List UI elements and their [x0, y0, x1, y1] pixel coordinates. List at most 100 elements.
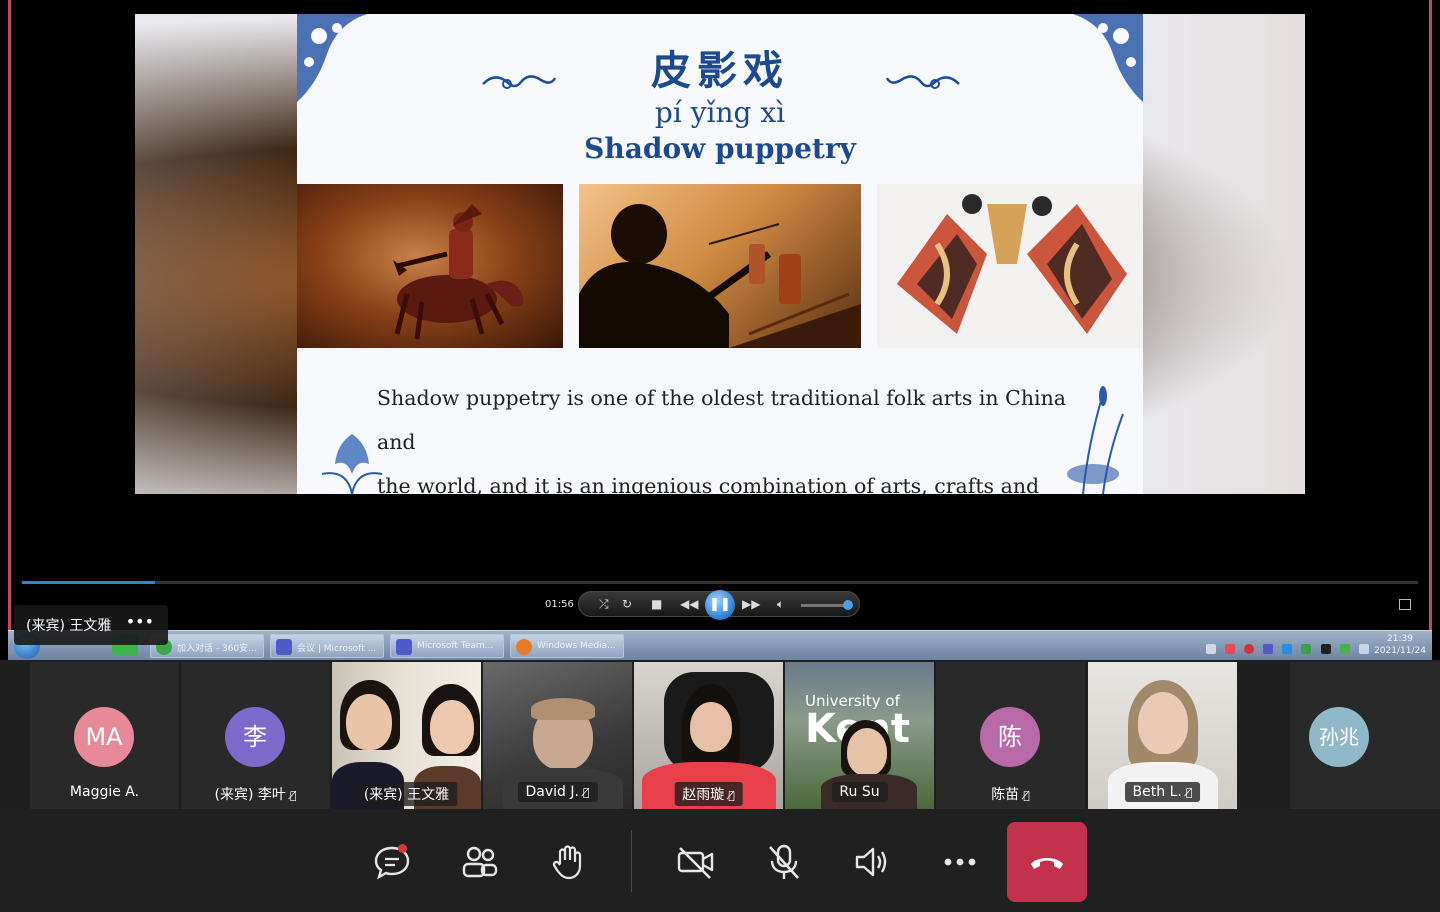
avatar: 李	[225, 707, 285, 767]
volume-icon[interactable]: 🔈︎	[777, 597, 784, 612]
media-player-controls: ⤮ ↻ ■ ◀◀ ❚❚ ▶▶ 🔈︎	[578, 590, 860, 620]
mic-off-icon: 🎙̸	[582, 786, 590, 799]
tray-app-icon[interactable]	[1301, 644, 1312, 654]
tray-app-icon[interactable]	[1320, 644, 1331, 654]
speaker-button[interactable]	[850, 840, 894, 884]
mic-off-icon: 🎙̸	[1185, 786, 1193, 799]
person-face	[346, 694, 392, 750]
participant-tile-video[interactable]: David J. 🎙̸	[483, 662, 632, 809]
participant-name: David J. 🎙̸	[517, 782, 598, 802]
participant-name: 陈苗 🎙̸	[991, 787, 1030, 803]
participant-tile-video[interactable]: Beth L. 🎙̸	[1088, 662, 1237, 809]
fullscreen-icon[interactable]	[1399, 599, 1411, 610]
media-player-icon	[516, 639, 532, 655]
seek-bar-fill	[22, 581, 155, 584]
participant-tile-video[interactable]: (来宾) 王文雅	[332, 662, 481, 809]
person-hair	[531, 698, 595, 720]
chat-button[interactable]	[370, 840, 414, 884]
volume-slider[interactable]	[801, 604, 847, 607]
system-tray	[1206, 639, 1376, 654]
teams-icon[interactable]	[1263, 644, 1274, 654]
presenter-name-tag[interactable]: (来宾) 王文雅 •••	[14, 605, 168, 645]
mic-off-icon: 🎙̸	[1023, 789, 1030, 802]
participant-name: Beth L. 🎙̸	[1124, 782, 1201, 802]
clock-date: 2021/11/24	[1374, 646, 1426, 656]
participant-tile[interactable]: 李 (来宾) 李叶 🎙̸	[181, 662, 330, 809]
leave-call-button[interactable]	[1007, 822, 1087, 902]
tray-app-icon[interactable]	[1225, 644, 1236, 654]
presenter-name: (来宾) 王文雅	[26, 618, 112, 634]
avatar: 孙兆	[1309, 707, 1369, 767]
player-time: 01:56	[545, 599, 574, 610]
shuffle-icon[interactable]: ⤮	[599, 597, 609, 612]
meeting-controls	[0, 810, 1440, 912]
puppet-horseman-photo	[297, 184, 563, 348]
slide-title-english: Shadow puppetry	[584, 132, 856, 165]
more-icon	[944, 858, 976, 866]
participants-strip: MA Maggie A. 李 (来宾) 李叶 🎙̸ (来宾) 王文雅 David …	[0, 660, 1440, 810]
participant-tile-video[interactable]: University of Kent Ru Su	[785, 662, 934, 809]
avatar: 陈	[980, 707, 1040, 767]
taskbar-item[interactable]: 会议 | Microsoft ...	[270, 634, 384, 658]
mic-off-icon: 🎙̸	[289, 789, 297, 802]
taskbar-item[interactable]: Microsoft Team...	[390, 634, 504, 658]
previous-icon[interactable]: ◀◀	[680, 597, 698, 611]
participant-name: Ru Su	[831, 782, 888, 802]
teams-icon	[396, 639, 412, 655]
person-face	[430, 700, 474, 754]
speaker-icon	[855, 847, 887, 877]
participant-tile[interactable]: MA Maggie A.	[30, 662, 179, 809]
teams-icon	[276, 639, 292, 655]
mic-off-icon	[769, 844, 799, 879]
slide-title-chinese: 皮影戏	[651, 47, 789, 94]
participant-name: (来宾) 王文雅	[355, 782, 458, 806]
more-actions-button[interactable]	[938, 840, 982, 884]
puppet-figures-photo	[877, 184, 1143, 348]
taskbar-item-label: 加入对话 - 360安...	[177, 644, 257, 654]
raise-hand-button[interactable]	[546, 840, 590, 884]
pause-button[interactable]: ❚❚	[705, 590, 735, 620]
mic-off-icon: 🎙̸	[728, 789, 735, 802]
taskbar-item[interactable]: Windows Media...	[510, 634, 624, 658]
shared-screen: 皮影戏 pí yǐng xì Shadow puppetry Shadow pu…	[0, 0, 1440, 660]
participant-name: 赵雨璇 🎙̸	[674, 782, 743, 806]
tray-arrow-icon[interactable]	[1206, 644, 1216, 654]
controls-divider	[631, 830, 632, 892]
next-icon[interactable]: ▶▶	[742, 597, 760, 611]
clock-time: 21:39	[1387, 634, 1413, 644]
media-video-area[interactable]: 皮影戏 pí yǐng xì Shadow puppetry Shadow pu…	[135, 14, 1305, 494]
person-face	[847, 728, 887, 776]
slide-body-line: Shadow puppetry is one of the oldest tra…	[377, 386, 1067, 454]
people-icon	[462, 846, 498, 878]
network-icon[interactable]	[1339, 644, 1350, 654]
tray-app-icon[interactable]	[1244, 644, 1255, 654]
slide: 皮影戏 pí yǐng xì Shadow puppetry Shadow pu…	[297, 14, 1143, 494]
stop-icon[interactable]: ■	[651, 597, 662, 611]
chat-notification-dot	[398, 844, 407, 853]
volume-slider-knob[interactable]	[843, 600, 853, 610]
people-button[interactable]	[458, 840, 502, 884]
slide-pinyin: pí yǐng xì	[654, 96, 786, 129]
hang-up-icon	[1031, 858, 1063, 869]
chat-icon	[374, 846, 410, 880]
speaker-tray-icon[interactable]	[1358, 644, 1369, 654]
camera-off-icon	[677, 847, 714, 879]
participant-tile[interactable]: 陈 陈苗 🎙̸	[936, 662, 1085, 809]
participant-tile-video[interactable]: 赵雨璇 🎙̸	[634, 662, 783, 809]
seek-bar[interactable]	[22, 581, 1418, 584]
mic-button[interactable]	[762, 840, 806, 884]
windows-taskbar: 加入对话 - 360安... 会议 | Microsoft ... Micros…	[8, 630, 1432, 660]
taskbar-clock[interactable]: 21:39 2021/11/24	[1370, 633, 1430, 657]
participant-tile[interactable]: 孙兆	[1290, 662, 1440, 809]
participant-name: (来宾) 李叶 🎙̸	[214, 787, 297, 803]
camera-button[interactable]	[674, 840, 718, 884]
puppeteer-photo	[579, 184, 861, 348]
person-face	[1138, 692, 1188, 754]
repeat-icon[interactable]: ↻	[622, 597, 632, 611]
more-options-icon[interactable]: •••	[126, 612, 154, 631]
tray-app-icon[interactable]	[1282, 644, 1293, 654]
taskbar-item-label: Windows Media...	[537, 641, 616, 651]
taskbar-item-label: 会议 | Microsoft ...	[297, 644, 377, 654]
slide-body-line: the world, and it is an ingenious combin…	[377, 474, 1040, 494]
taskbar-item-label: Microsoft Team...	[417, 641, 494, 651]
